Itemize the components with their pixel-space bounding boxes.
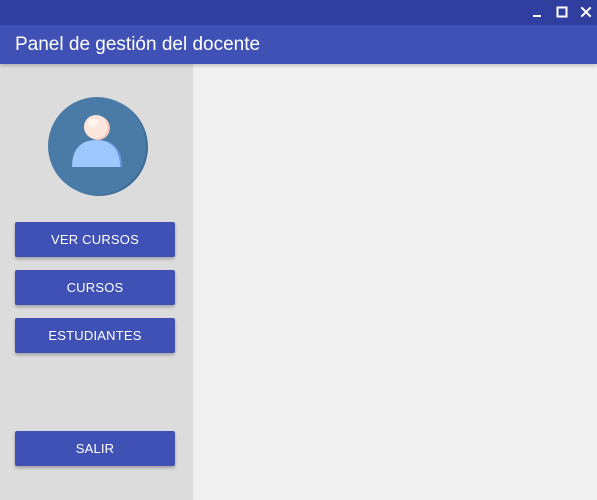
ver-cursos-button[interactable]: VER CURSOS xyxy=(15,222,175,257)
sidebar: VER CURSOS CURSOS ESTUDIANTES SALIR xyxy=(0,64,193,500)
main-content-area xyxy=(193,64,597,500)
estudiantes-button[interactable]: ESTUDIANTES xyxy=(15,318,175,353)
window-titlebar xyxy=(0,0,597,25)
app-header: Panel de gestión del docente xyxy=(0,25,597,64)
page-title: Panel de gestión del docente xyxy=(15,34,261,55)
user-avatar-icon xyxy=(48,96,148,196)
minimize-icon[interactable] xyxy=(529,4,545,20)
maximize-icon[interactable] xyxy=(554,4,570,20)
salir-button[interactable]: SALIR xyxy=(15,431,175,466)
close-icon[interactable] xyxy=(578,4,594,20)
cursos-button[interactable]: CURSOS xyxy=(15,270,175,305)
app-window: Panel de gestión del docente VER CURSOS … xyxy=(0,0,597,500)
